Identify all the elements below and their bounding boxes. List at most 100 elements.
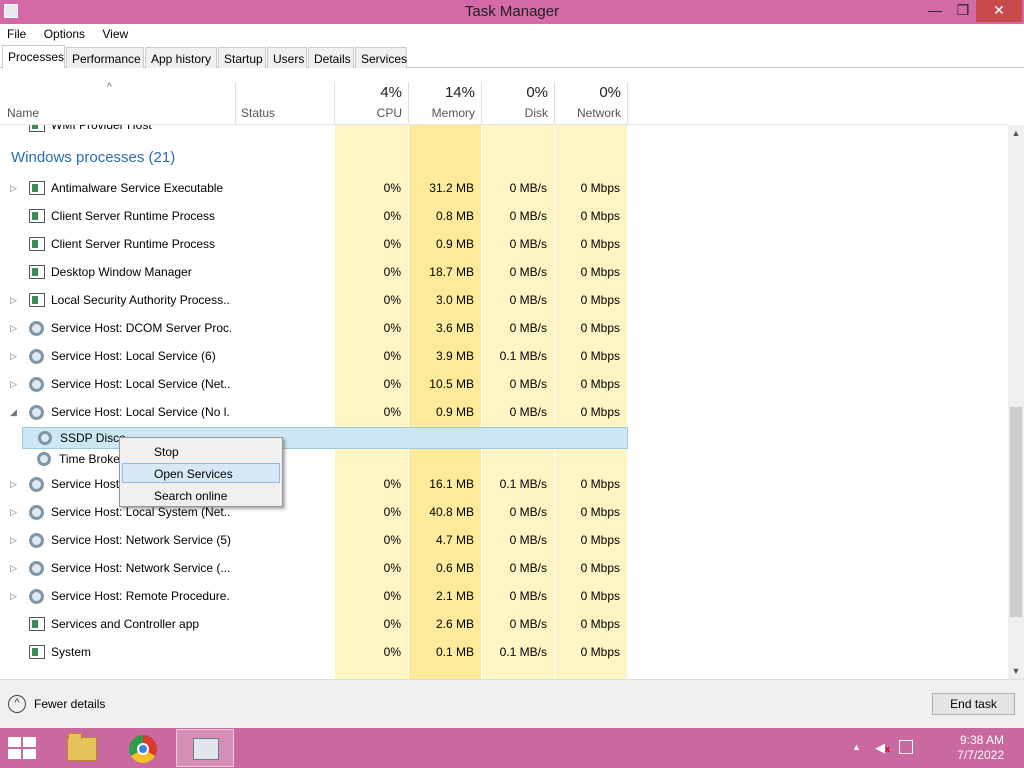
expand-arrow-icon[interactable]: ▷ (10, 174, 17, 202)
process-disk: 0 MB/s (509, 617, 547, 631)
chrome-icon (129, 735, 157, 763)
fewer-details-link[interactable]: Fewer details (34, 697, 105, 711)
process-memory: 0.9 MB (435, 237, 474, 251)
close-button[interactable]: ✕ (976, 0, 1022, 22)
restore-button[interactable]: ❐ (948, 0, 978, 22)
tab-app-history[interactable]: App history (145, 47, 217, 68)
chevron-up-icon[interactable]: ^ (8, 695, 26, 713)
scroll-up-icon[interactable]: ▲ (1008, 125, 1024, 141)
menu-item-stop[interactable]: Stop (122, 441, 280, 461)
table-row[interactable]: ▷ Service Host: Local Service (Net... 0% 10… (0, 370, 628, 398)
service-row[interactable]: Time Broke (22, 449, 122, 471)
column-name-label: Name (7, 106, 40, 120)
process-network: 0 Mbps (580, 209, 620, 223)
process-memory: 0.6 MB (435, 561, 474, 575)
process-name: Client Server Runtime Process (51, 209, 216, 223)
vertical-scrollbar[interactable]: ▲ ▼ (1008, 125, 1024, 679)
taskbar-file-explorer[interactable] (52, 729, 110, 767)
menu-item-search-online[interactable]: Search online (122, 485, 280, 505)
process-memory: 2.6 MB (435, 617, 474, 631)
windows-start-icon[interactable] (8, 737, 38, 759)
gear-icon (29, 505, 44, 520)
column-cpu[interactable]: 4% CPU (335, 68, 408, 124)
service-row[interactable]: SSDP Disco (22, 427, 628, 449)
collapse-arrow-icon[interactable]: ◢ (10, 398, 17, 426)
expand-arrow-icon[interactable]: ▷ (10, 498, 17, 526)
group-header[interactable]: Windows processes (21) (11, 149, 175, 166)
process-memory: 31.2 MB (429, 181, 474, 195)
context-menu: Stop Open Services Search online (119, 437, 283, 507)
service-name: Time Broke (59, 452, 120, 466)
scroll-thumb[interactable] (1010, 407, 1022, 617)
column-network[interactable]: 0% Network (555, 68, 627, 124)
gear-icon (29, 561, 44, 576)
table-row[interactable]: System 0% 0.1 MB 0.1 MB/s 0 Mbps (0, 638, 628, 666)
expand-arrow-icon[interactable]: ▷ (10, 526, 17, 554)
window-icon (29, 645, 45, 659)
menu-options[interactable]: Options (37, 24, 92, 41)
network-icon[interactable] (899, 740, 913, 754)
table-row[interactable]: ▷ Service Host: Network Service (... 0% 0.6… (0, 554, 628, 582)
table-row[interactable]: Client Server Runtime Process 0% 0.8 MB 0 M… (0, 202, 628, 230)
scroll-down-icon[interactable]: ▼ (1008, 663, 1024, 679)
clock[interactable]: 9:38 AM 7/7/2022 (940, 733, 1004, 763)
column-status[interactable]: Status (236, 68, 334, 124)
table-row[interactable]: ▷ Antimalware Service Executable 0% 31.2 MB… (0, 174, 628, 202)
table-row[interactable]: ▷ Service Host: Local Service (6) 0% 3.9 MB… (0, 342, 628, 370)
clock-time: 9:38 AM (959, 733, 1004, 747)
end-task-button[interactable]: End task (932, 693, 1015, 715)
column-name[interactable]: Name (0, 68, 235, 124)
table-row[interactable]: Services and Controller app 0% 2.6 MB 0 MB/… (0, 610, 628, 638)
column-network-label: Network (576, 106, 621, 120)
table-row[interactable]: Client Server Runtime Process 0% 0.9 MB 0 M… (0, 230, 628, 258)
process-cpu: 0% (383, 349, 401, 363)
column-divider[interactable] (627, 82, 628, 125)
process-name: Service Host: DCOM Server Proc... (51, 321, 231, 335)
tab-details[interactable]: Details (308, 47, 354, 68)
gear-icon (38, 431, 52, 445)
expand-arrow-icon[interactable]: ▷ (10, 314, 17, 342)
show-hidden-icons-icon[interactable]: ▲ (852, 742, 861, 752)
expand-arrow-icon[interactable]: ▷ (10, 370, 17, 398)
table-row[interactable]: ▷ Service Host: 0% 16.1 MB 0.1 MB/s 0 Mbps (0, 470, 628, 498)
window-icon (29, 617, 45, 631)
expand-arrow-icon[interactable]: ▷ (10, 342, 17, 370)
tab-processes[interactable]: Processes (2, 45, 65, 69)
column-disk[interactable]: 0% Disk (482, 68, 554, 124)
process-memory: 18.7 MB (429, 265, 474, 279)
taskbar-chrome[interactable] (114, 729, 172, 767)
process-memory: 4.7 MB (435, 533, 474, 547)
folder-icon (67, 733, 97, 761)
tab-performance[interactable]: Performance (66, 47, 144, 68)
tab-startup[interactable]: Startup (218, 47, 266, 68)
taskbar-task-manager[interactable] (176, 729, 234, 767)
clock-date: 7/7/2022 (957, 748, 1004, 762)
tab-users[interactable]: Users (267, 47, 307, 68)
expand-arrow-icon[interactable]: ▷ (10, 582, 17, 610)
minimize-button[interactable]: — (920, 0, 950, 22)
process-disk: 0 MB/s (509, 265, 547, 279)
table-row[interactable]: ◢ Service Host: Local Service (No l... 0% 0… (0, 398, 628, 426)
table-row[interactable]: ▷ Service Host: Remote Procedure... 0% 2.1 … (0, 582, 628, 610)
expand-arrow-icon[interactable]: ▷ (10, 286, 17, 314)
disk-total: 0% (526, 84, 548, 101)
table-row[interactable]: ▷ Service Host: Network Service (5) 0% 4.7 … (0, 526, 628, 554)
table-row[interactable]: ▷ Local Security Authority Process... 0% 3.… (0, 286, 628, 314)
window-icon (29, 265, 45, 279)
expand-arrow-icon[interactable]: ▷ (10, 554, 17, 582)
column-memory[interactable]: 14% Memory (409, 68, 481, 124)
process-cpu: 0% (383, 477, 401, 491)
table-row[interactable]: ▷ Service Host: DCOM Server Proc... 0% 3.6 … (0, 314, 628, 342)
tab-services[interactable]: Services (355, 47, 407, 68)
table-row[interactable]: WMI Provider Host (0, 125, 628, 139)
footer-bar: ^ Fewer details End task (0, 679, 1024, 728)
menu-view[interactable]: View (95, 24, 135, 41)
menu-file[interactable]: File (0, 24, 33, 41)
menu-item-open-services[interactable]: Open Services (122, 463, 280, 483)
window-title: Task Manager (464, 3, 560, 20)
process-name: Desktop Window Manager (51, 265, 192, 279)
table-row[interactable]: Desktop Window Manager 0% 18.7 MB 0 MB/s 0 M… (0, 258, 628, 286)
expand-arrow-icon[interactable]: ▷ (10, 470, 17, 498)
table-row[interactable]: ▷ Service Host: Local System (Net... 0% 40.… (0, 498, 628, 526)
process-disk: 0 MB/s (509, 405, 547, 419)
